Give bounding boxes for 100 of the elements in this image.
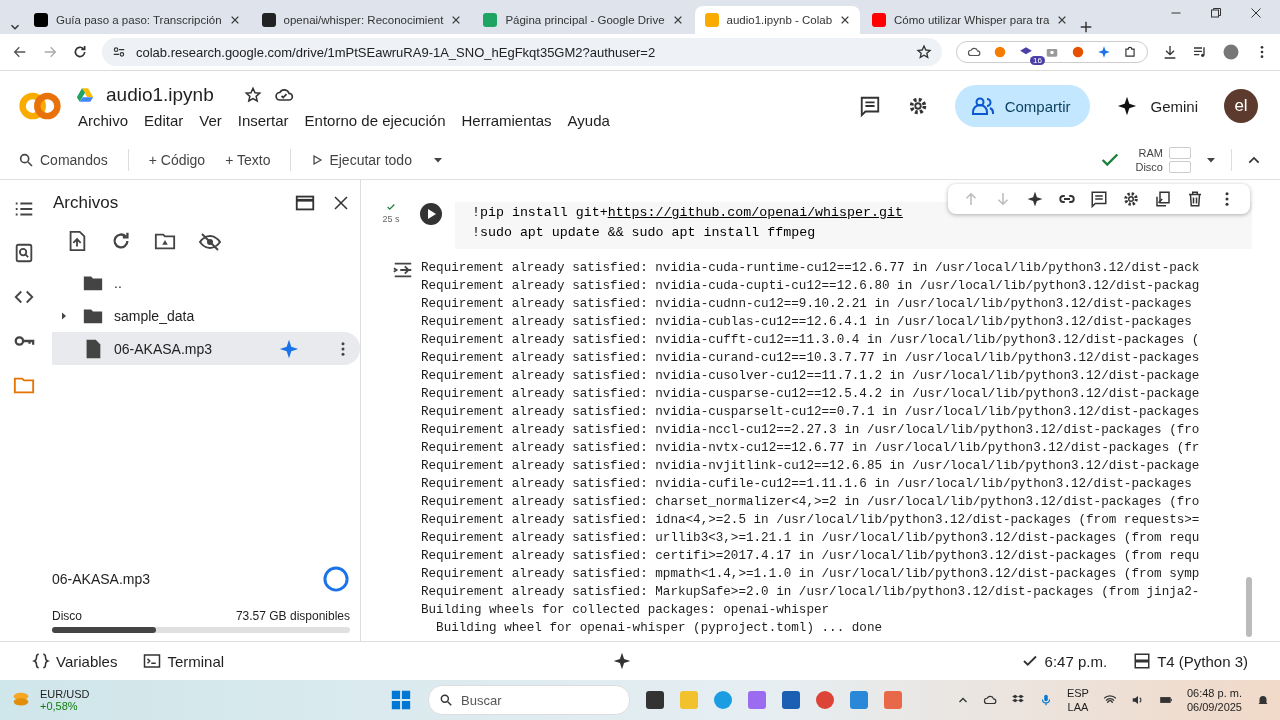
delete-icon[interactable] <box>1186 190 1204 208</box>
braces-icon <box>32 652 50 670</box>
output-line: Requirement already satisfied: idna<4,>=2.5 in /usr/local/lib/python3.12/dist-packages (from requests>= <box>421 512 1201 529</box>
close-icon[interactable] <box>229 15 240 25</box>
avatar[interactable]: el <box>1224 89 1258 123</box>
puzzle-icon[interactable] <box>1123 45 1137 59</box>
find-icon[interactable] <box>13 242 35 264</box>
variables-button[interactable]: Variables <box>32 652 118 670</box>
widget-title: EUR/USD <box>40 688 90 700</box>
menu-item[interactable]: Ver <box>199 111 222 129</box>
cloud-icon[interactable] <box>982 693 997 707</box>
star-icon[interactable] <box>916 44 932 60</box>
cloud-icon[interactable] <box>967 45 981 59</box>
output-line: Requirement already satisfied: nvidia-cublas-cu12==12.6.4.1 in /usr/local/lib/python3.12/dist-packages <box>421 314 1193 331</box>
output-line: Requirement already satisfied: urllib3<3,>=1.21.1 in /usr/local/lib/python3.12/dist-packages (from requ <box>421 530 1201 547</box>
terminal-icon <box>143 652 162 670</box>
site-info-icon[interactable] <box>112 45 126 59</box>
notebook-title[interactable]: audio1.ipynb <box>106 83 214 106</box>
runtime-button[interactable]: T4 (Python 3) <box>1133 652 1248 670</box>
settings-icon[interactable] <box>1122 190 1140 208</box>
notification-bell-icon[interactable] <box>1256 693 1270 707</box>
disk-free-text: 73.57 GB disponibles <box>235 609 350 623</box>
output-line: Requirement already satisfied: nvidia-cusparselt-cu12==0.7.1 in /usr/local/lib/python3.12/dist-packages <box>421 404 1201 421</box>
output-line: Requirement already satisfied: nvidia-cudnn-cu12==9.10.2.21 in /usr/local/lib/python3.12/dist-packages <box>421 296 1193 313</box>
output-line: Requirement already satisfied: MarkupSafe>=2.0 in /usr/local/lib/python3.12/dist-packages (from jinja2- <box>421 584 1201 601</box>
upload-file-name: 06-AKASA.mp3 <box>52 571 151 587</box>
file-item[interactable]: sample_data <box>52 299 360 332</box>
output-line: Requirement already satisfied: nvidia-nvtx-cu12==12.6.77 in /usr/local/lib/python3.12/dist-packages (fr <box>421 440 1201 457</box>
gemini-button[interactable]: Gemini <box>1116 95 1198 117</box>
browser-tab[interactable]: Guía paso a paso: Transcripción <box>24 6 250 34</box>
output-line: Requirement already satisfied: nvidia-cufft-cu12==11.3.0.4 in /usr/local/lib/python3.12/dist-packages ( <box>421 332 1201 349</box>
star-icon[interactable] <box>243 85 262 104</box>
close-icon[interactable] <box>840 15 851 25</box>
share-button[interactable]: Compartir <box>954 85 1091 127</box>
ram-label: RAM <box>1137 147 1163 159</box>
output-line: Requirement already satisfied: nvidia-cuda-runtime-cu12==12.6.77 in /usr/local/lib/python3.12/dist-pack <box>421 260 1201 277</box>
comment-icon[interactable] <box>1090 190 1108 208</box>
reload-icon[interactable] <box>72 44 88 60</box>
comment-icon[interactable] <box>858 95 881 117</box>
output-line: Requirement already satisfied: nvidia-cusparse-cu12==12.5.4.2 in /usr/local/lib/python3.12/dist-package <box>421 386 1201 403</box>
address-bar[interactable]: colab.research.google.com/drive/1mPtSEawruRA9-1A_SNO_hEgFkqt35GM2?authuser=2 <box>102 38 942 66</box>
close-icon[interactable] <box>672 15 683 25</box>
close-icon[interactable] <box>1057 15 1068 25</box>
menu-item[interactable]: Archivo <box>78 111 129 129</box>
output-line: Requirement already satisfied: charset_normalizer<4,>=2 in /usr/local/lib/python3.12/dist-packages (fro <box>421 494 1201 511</box>
browser-tab[interactable]: Cómo utilizar Whisper para tra <box>862 6 1078 34</box>
browser-tab[interactable]: openai/whisper: Reconocimient <box>251 6 472 34</box>
output-line: Building wheel for openai-whisper (pyproject.toml) ... done <box>435 620 883 637</box>
progress-ring-icon <box>322 565 350 593</box>
output-line: Requirement already satisfied: nvidia-curand-cu12==10.3.7.77 in /usr/local/lib/python3.12/dist-packages <box>421 350 1201 367</box>
disk-label: Disco <box>1135 161 1163 173</box>
disk-label: Disco <box>52 609 82 623</box>
download-icon[interactable] <box>1162 44 1178 60</box>
add-text-button[interactable]: + Texto <box>225 152 271 168</box>
restore-icon[interactable] <box>1210 7 1222 19</box>
file-item[interactable]: .. <box>52 266 360 299</box>
code-link[interactable]: https://github.com/openai/whisper.git <box>607 205 903 220</box>
widget-value: +0,58% <box>40 700 79 712</box>
run-cell-icon[interactable] <box>419 202 443 226</box>
menu-item[interactable]: Herramientas <box>461 111 552 129</box>
file-item[interactable]: 06-AKASA.mp3 <box>52 332 360 365</box>
output-line: Requirement already satisfied: certifi>=2017.4.17 in /usr/local/lib/python3.12/dist-packages (from requ <box>421 548 1201 565</box>
language-indicator[interactable]: ESP <box>1066 686 1089 700</box>
windows-start-icon[interactable] <box>390 689 412 711</box>
sparkle-icon[interactable] <box>1026 190 1044 208</box>
output-line: Requirement already satisfied: nvidia-cuda-cupti-cu12==12.6.80 in /usr/local/lib/python3.12/dist-packag <box>421 278 1201 295</box>
extension-badge: 16 <box>1030 56 1045 65</box>
clock-date[interactable]: 06/09/2025 <box>1186 700 1242 714</box>
menu-item[interactable]: Editar <box>144 111 184 129</box>
close-icon[interactable] <box>1250 7 1262 19</box>
media-icon[interactable] <box>1192 44 1208 60</box>
back-icon[interactable] <box>12 44 28 60</box>
close-icon[interactable] <box>332 194 350 212</box>
taskbar-search-field[interactable]: Buscar <box>428 685 630 715</box>
browser-tab[interactable]: Página principal - Google Drive <box>473 6 693 34</box>
close-icon[interactable] <box>451 15 462 25</box>
panel-title: Archivos <box>52 193 120 213</box>
code-line: !pip install git+https://github.com/openai/whisper.git <box>472 204 904 222</box>
output-line: Requirement already satisfied: nvidia-cufile-cu12==1.11.1.6 in /usr/local/lib/python3.12/dist-packages <box>421 476 1193 493</box>
new-tab-icon[interactable] <box>1079 20 1094 34</box>
check-icon <box>386 202 396 212</box>
play-icon <box>311 154 324 166</box>
menu-item[interactable]: Insertar <box>237 111 289 129</box>
run-all-button[interactable]: Ejecutar todo <box>311 152 412 168</box>
commands-button[interactable]: Comandos <box>18 152 108 168</box>
run-time: 25 s <box>382 214 400 224</box>
ram-meter <box>1169 147 1191 159</box>
keyboard-layout[interactable]: LAA <box>1066 700 1089 714</box>
mirror-cell-icon[interactable] <box>1154 190 1172 208</box>
search-icon <box>439 693 453 707</box>
menu-item[interactable]: Entorno de ejecución <box>304 111 446 129</box>
output-line: Requirement already satisfied: nvidia-nccl-cu12==2.27.3 in /usr/local/lib/python3.12/dist-packages (fro <box>421 422 1201 439</box>
add-code-button[interactable]: + Código <box>148 152 206 168</box>
code-line: !sudo apt update && sudo apt install ffmpeg <box>472 224 817 242</box>
menu-item[interactable]: Ayuda <box>567 111 610 129</box>
browser-tab[interactable]: audio1.ipynb - Colab <box>694 6 861 34</box>
server-icon <box>1133 652 1152 670</box>
terminal-button[interactable]: Terminal <box>143 652 225 670</box>
clock-time[interactable]: 06:48 p. m. <box>1186 686 1242 700</box>
profile-icon[interactable] <box>1222 43 1240 61</box>
